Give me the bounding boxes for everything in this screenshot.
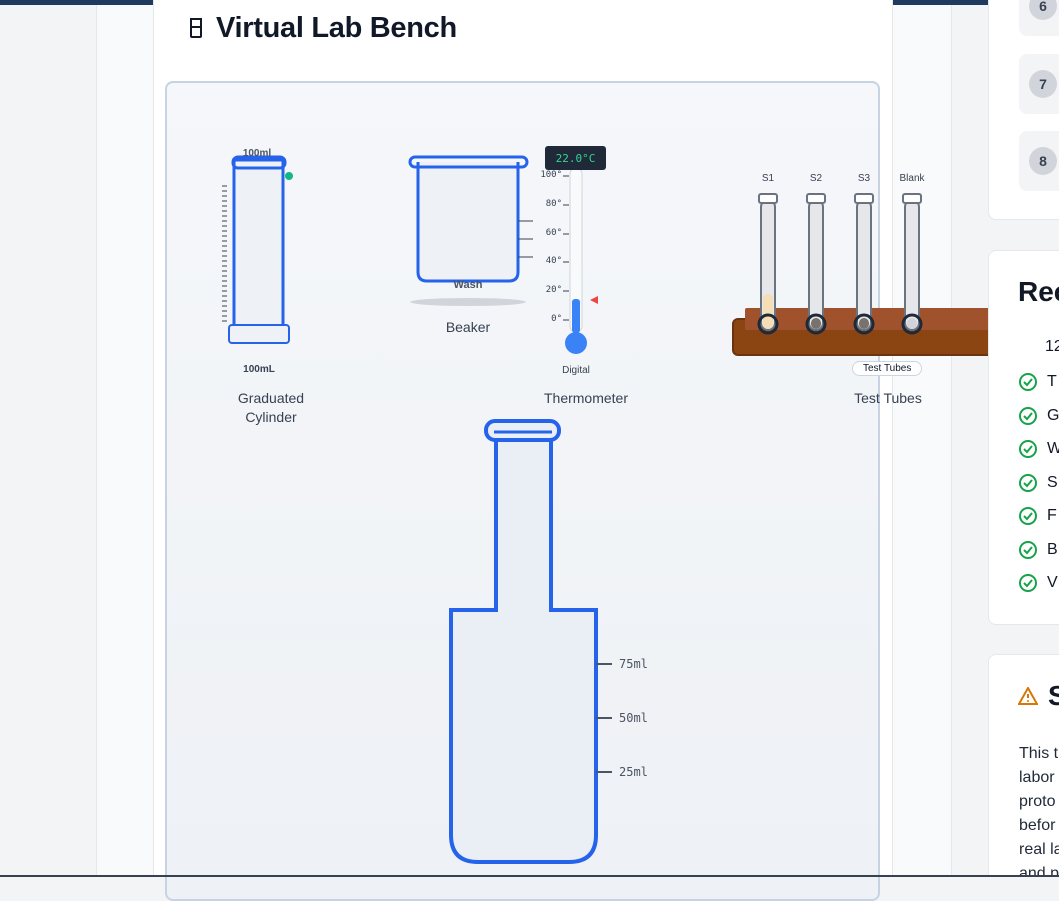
scale-label: 20° (545, 285, 562, 295)
step-item[interactable]: 6 (1019, 0, 1059, 36)
scale-label: 0° (551, 314, 562, 324)
check-circle-icon (1019, 507, 1037, 525)
scale-label: 80° (545, 199, 562, 209)
thermometer[interactable] (563, 167, 598, 354)
volumetric-flask[interactable] (449, 419, 612, 864)
safety-title: S (1048, 680, 1059, 711)
requirement-item: T (1018, 372, 1057, 392)
thermometer-label: Thermometer (543, 390, 629, 406)
flask-mark-50: 50ml (619, 711, 648, 725)
graduated-cylinder[interactable] (222, 155, 293, 344)
graduated-cylinder-label: Graduated Cylinder (237, 390, 305, 425)
warning-icon (1018, 687, 1038, 705)
cylinder-capacity: 100mL (243, 364, 275, 375)
step-number: 6 (1029, 0, 1057, 20)
scale-label: 60° (545, 228, 562, 238)
requirement-item: S (1018, 473, 1058, 493)
check-circle-icon (1019, 407, 1037, 425)
safety-text: This t labor proto befor real la and p (1019, 745, 1059, 877)
procedure-steps-card: 6 7 8 (988, 0, 1059, 220)
check-circle-icon (1019, 574, 1037, 592)
right-sidebar: 6 7 8 Rec 12 T G W S F B V (988, 0, 1059, 877)
requirement-item: F (1018, 506, 1057, 526)
status-dot (285, 172, 293, 180)
requirement-item: G (1018, 406, 1059, 426)
requirement-item: W (1018, 439, 1059, 459)
temperature-marker-icon (590, 296, 598, 304)
test-tube-s1[interactable] (758, 193, 778, 331)
requirements-title: Rec (1018, 276, 1059, 307)
requirement-item: B (1018, 540, 1058, 560)
check-circle-icon (1019, 474, 1037, 492)
beaker-inner-text: Wash (453, 279, 483, 291)
safety-header: S (1018, 680, 1059, 712)
test-tubes-tag: Test Tubes (852, 361, 923, 376)
step-number: 7 (1029, 70, 1057, 98)
cylinder-graduation-ticks (222, 185, 227, 322)
requirement-item: V (1018, 573, 1058, 593)
scale-label: 40° (545, 256, 562, 266)
check-circle-icon (1019, 440, 1037, 458)
requirement-item: 12 (1045, 338, 1059, 355)
step-item[interactable]: 7 (1019, 54, 1059, 114)
step-item[interactable]: 8 (1019, 131, 1059, 191)
check-circle-icon (1019, 541, 1037, 559)
step-number: 8 (1029, 147, 1057, 175)
thermometer-readout: 22.0°C (545, 146, 606, 170)
check-circle-icon (1019, 373, 1037, 391)
tube-label-s1: S1 (761, 173, 775, 184)
lab-bench-drawing (222, 155, 1045, 864)
tube-label-s2: S2 (809, 173, 823, 184)
test-tube-s2[interactable] (806, 193, 826, 331)
thermometer-sublabel: Digital (562, 365, 590, 376)
cylinder-top-mark: 100ml (242, 148, 272, 159)
beaker-label: Beaker (445, 319, 491, 335)
tube-label-blank: Blank (899, 173, 925, 184)
scale-label: 100° (540, 170, 562, 180)
test-tube-s3[interactable] (854, 193, 874, 331)
flask-mark-25: 25ml (619, 765, 648, 779)
test-tube-blank[interactable] (902, 193, 922, 331)
test-tubes-label: Test Tubes (854, 390, 922, 406)
tube-label-s3: S3 (857, 173, 871, 184)
flask-mark-75: 75ml (619, 657, 648, 671)
